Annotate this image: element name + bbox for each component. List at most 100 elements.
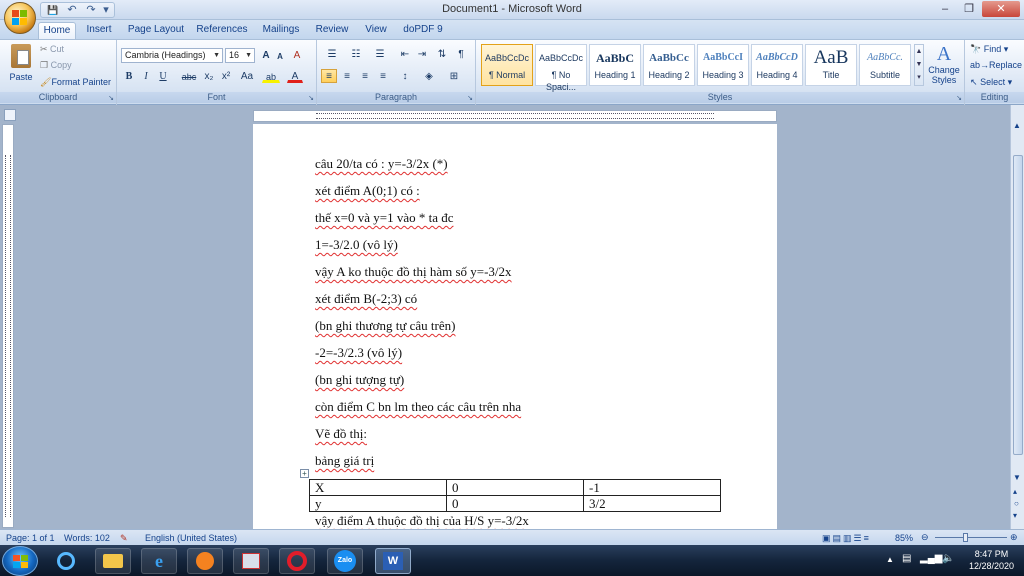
language-status[interactable]: English (United States)	[145, 532, 237, 544]
document-line[interactable]: còn điểm C bn lm theo các câu trên nha	[315, 399, 521, 415]
search-icon[interactable]	[48, 548, 84, 574]
print-layout-icon[interactable]: ▣	[822, 533, 833, 543]
horizontal-ruler[interactable]	[253, 110, 777, 122]
italic-button[interactable]: I	[138, 69, 154, 83]
document-line[interactable]: xét điểm B(-2;3) có	[315, 291, 417, 307]
numbering-icon[interactable]: ☷	[345, 47, 367, 61]
shrink-font-button[interactable]: A	[274, 49, 286, 63]
start-button[interactable]	[2, 546, 38, 576]
tab-review[interactable]: Review	[313, 22, 351, 39]
scrollbar-thumb[interactable]	[1013, 155, 1023, 455]
styles-launcher-icon[interactable]: ↘	[956, 94, 962, 102]
draft-icon[interactable]: ≡	[864, 533, 871, 543]
justify-icon[interactable]: ≡	[375, 69, 391, 83]
document-line[interactable]: (bn ghi thương tự câu trên)	[315, 318, 455, 334]
zoom-slider[interactable]	[935, 533, 1007, 542]
pilcrow-icon[interactable]: ¶	[453, 47, 469, 61]
clear-formatting-button[interactable]: A	[289, 48, 305, 62]
line-spacing-icon[interactable]: ↕	[395, 69, 415, 83]
font-color-button[interactable]: A	[287, 69, 303, 83]
value-table[interactable]: X 0 -1 y 0 3/2	[309, 479, 721, 512]
copy-button[interactable]: ❐ Copy	[40, 59, 72, 71]
underline-button[interactable]: U	[155, 69, 171, 83]
opera-icon[interactable]	[279, 548, 315, 574]
redo-icon[interactable]: ↷	[83, 3, 99, 17]
document-line[interactable]: câu 20/ta có : y=-3/2x (*)	[315, 156, 448, 172]
bold-button[interactable]: B	[121, 69, 137, 83]
table-cell[interactable]: 0	[446, 479, 584, 496]
table-cell[interactable]: 3/2	[583, 495, 721, 512]
select-button[interactable]: ↖ Select ▾	[970, 76, 1012, 88]
zoom-slider-thumb[interactable]	[963, 533, 968, 542]
document-line[interactable]: Vẽ đồ thị:	[315, 426, 367, 442]
vertical-ruler[interactable]	[2, 124, 14, 528]
tab-references[interactable]: References	[195, 22, 249, 39]
document-line[interactable]: thế x=0 và y=1 vào * ta đc	[315, 210, 454, 226]
previous-page-icon[interactable]: ▴	[1013, 487, 1017, 496]
decrease-indent-icon[interactable]: ⇤	[397, 47, 413, 61]
style-normal[interactable]: AaBbCcDc ¶ Normal	[481, 44, 533, 86]
change-case-button[interactable]: Aa	[238, 69, 256, 83]
document-line[interactable]: (bn ghi tượng tự)	[315, 372, 404, 388]
style-heading-4[interactable]: AaBbCcD Heading 4	[751, 44, 803, 86]
document-line[interactable]: xét điểm A(0;1) có :	[315, 183, 420, 199]
style-heading-3[interactable]: AaBbCcI Heading 3	[697, 44, 749, 86]
font-size-combo[interactable]: 16 ▼	[225, 48, 255, 63]
customize-qat-icon[interactable]: ▾	[102, 3, 110, 17]
table-cell[interactable]: 0	[446, 495, 584, 512]
strikethrough-button[interactable]: abc	[179, 69, 199, 83]
document-line[interactable]: vậy điểm A thuộc đồ thị của H/S y=-3/2x	[315, 513, 529, 529]
replace-button[interactable]: ab→Replace	[970, 59, 1022, 71]
clock-time[interactable]: 8:47 PM	[964, 549, 1019, 559]
clock-date[interactable]: 12/28/2020	[964, 561, 1019, 571]
font-name-combo[interactable]: Cambria (Headings) ▼	[121, 48, 223, 63]
minimize-button[interactable]: –	[934, 1, 956, 17]
document-line[interactable]: -2=-3/2.3 (vô lý)	[315, 345, 402, 361]
network-app-icon[interactable]	[233, 548, 269, 574]
word-count[interactable]: Words: 102	[64, 532, 110, 544]
proofing-icon[interactable]: ✎	[120, 532, 128, 544]
save-icon[interactable]: 💾	[45, 3, 61, 17]
align-right-icon[interactable]: ≡	[357, 69, 373, 83]
browse-object-icon[interactable]: ○	[1014, 499, 1019, 508]
tab-dopdf[interactable]: doPDF 9	[400, 22, 446, 39]
style-no-spacing[interactable]: AaBbCcDc ¶ No Spaci...	[535, 44, 587, 92]
word-taskbar-icon[interactable]: W	[375, 548, 411, 574]
full-screen-icon[interactable]: ▤	[833, 533, 844, 543]
sort-icon[interactable]: ⇅	[434, 47, 450, 61]
increase-indent-icon[interactable]: ⇥	[414, 47, 430, 61]
paragraph-launcher-icon[interactable]: ↘	[467, 94, 473, 102]
file-explorer-icon[interactable]	[95, 548, 131, 574]
undo-icon[interactable]: ↶	[64, 3, 80, 17]
document-line[interactable]: vậy A ko thuộc đồ thị hàm số y=-3/2x	[315, 264, 512, 280]
tab-insert[interactable]: Insert	[82, 22, 116, 39]
shading-icon[interactable]: ◈	[419, 69, 439, 83]
styles-scroll[interactable]: ▲ ▼ ▾	[914, 44, 924, 86]
volume-icon[interactable]: 🔈	[942, 553, 954, 564]
paste-button[interactable]: Paste	[6, 42, 36, 90]
tab-selector-icon[interactable]	[4, 109, 16, 121]
page-count[interactable]: Page: 1 of 1	[6, 532, 55, 544]
document-line[interactable]: bảng giá trị	[315, 453, 374, 469]
grow-font-button[interactable]: A	[259, 48, 273, 62]
borders-icon[interactable]: ⊞	[443, 69, 465, 83]
tab-mailings[interactable]: Mailings	[258, 22, 304, 39]
multilevel-list-icon[interactable]: ☰	[369, 47, 391, 61]
style-heading-2[interactable]: AaBbCc Heading 2	[643, 44, 695, 86]
find-button[interactable]: 🔭 Find ▾	[970, 43, 1008, 55]
zoom-out-icon[interactable]: ⊖	[921, 531, 929, 543]
close-button[interactable]: ✕	[982, 1, 1020, 17]
tray-network-icon[interactable]: ▤	[902, 553, 911, 564]
highlight-button[interactable]: ab	[262, 69, 280, 83]
table-cell[interactable]: y	[309, 495, 447, 512]
zoom-level[interactable]: 85%	[895, 532, 913, 544]
restore-button[interactable]: ❐	[958, 1, 980, 17]
subscript-button[interactable]: x₂	[201, 69, 217, 83]
zalo-icon[interactable]: Zalo	[327, 548, 363, 574]
clipboard-launcher-icon[interactable]: ↘	[108, 94, 114, 102]
vertical-scrollbar[interactable]: ▲ ▼ ▴ ○ ▾	[1010, 105, 1024, 529]
office-button[interactable]	[4, 2, 36, 34]
document-page[interactable]: câu 20/ta có : y=-3/2x (*) xét điểm A(0;…	[253, 124, 777, 529]
align-left-icon[interactable]: ≡	[321, 69, 337, 83]
style-title[interactable]: AaB Title	[805, 44, 857, 86]
